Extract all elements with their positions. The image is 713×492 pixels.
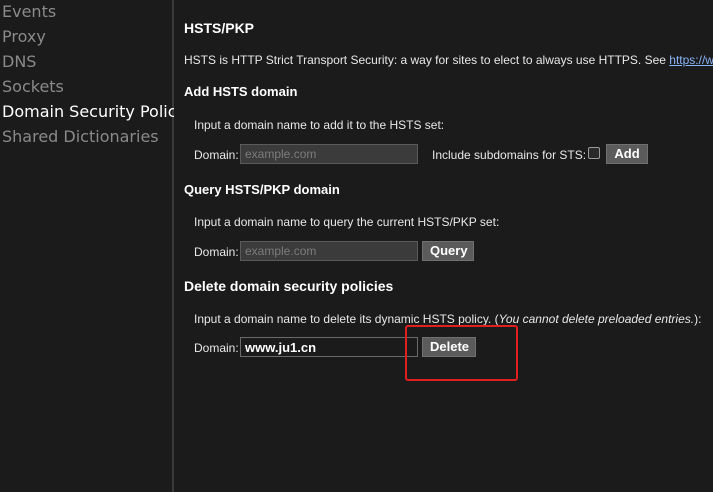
intro-paragraph: HSTS is HTTP Strict Transport Security: …	[184, 53, 713, 67]
query-domain-input[interactable]	[240, 241, 418, 261]
delete-description-text: Input a domain name to delete its dynami…	[194, 312, 499, 326]
add-hsts-description: Input a domain name to add it to the HST…	[194, 118, 445, 132]
delete-button[interactable]: Delete	[422, 337, 476, 357]
sidebar-item-domain-security-policy[interactable]: Domain Security Policy	[2, 102, 186, 122]
intro-link[interactable]: https://www.	[669, 53, 713, 67]
delete-description-end: ):	[694, 312, 702, 326]
delete-domain-label: Domain:	[194, 341, 239, 355]
include-subdomains-checkbox[interactable]	[588, 147, 600, 159]
sidebar-item-shared-dictionaries[interactable]: Shared Dictionaries	[2, 127, 159, 147]
query-button[interactable]: Query	[422, 241, 474, 261]
query-domain-label: Domain:	[194, 245, 239, 259]
sidebar-item-proxy[interactable]: Proxy	[2, 27, 46, 47]
delete-description: Input a domain name to delete its dynami…	[194, 312, 701, 326]
query-description: Input a domain name to query the current…	[194, 215, 500, 229]
add-hsts-heading: Add HSTS domain	[184, 84, 298, 99]
include-subdomains-label: Include subdomains for STS:	[432, 148, 587, 162]
add-domain-label: Domain:	[194, 148, 239, 162]
sidebar-item-sockets[interactable]: Sockets	[2, 77, 64, 97]
app-root: Events Proxy DNS Sockets Domain Security…	[0, 0, 713, 492]
query-heading: Query HSTS/PKP domain	[184, 182, 340, 197]
add-button[interactable]: Add	[606, 144, 648, 164]
sidebar: Events Proxy DNS Sockets Domain Security…	[0, 0, 186, 492]
delete-domain-input[interactable]	[240, 337, 418, 357]
sidebar-item-events[interactable]: Events	[2, 2, 56, 22]
delete-heading: Delete domain security policies	[184, 278, 394, 294]
page-title: HSTS/PKP	[184, 20, 255, 36]
sidebar-item-dns[interactable]: DNS	[2, 52, 36, 72]
delete-description-note: You cannot delete preloaded entries.	[498, 312, 695, 326]
main-content: HSTS/PKP HSTS is HTTP Strict Transport S…	[174, 0, 713, 492]
add-domain-input[interactable]	[240, 144, 418, 164]
intro-text: HSTS is HTTP Strict Transport Security: …	[184, 53, 670, 67]
